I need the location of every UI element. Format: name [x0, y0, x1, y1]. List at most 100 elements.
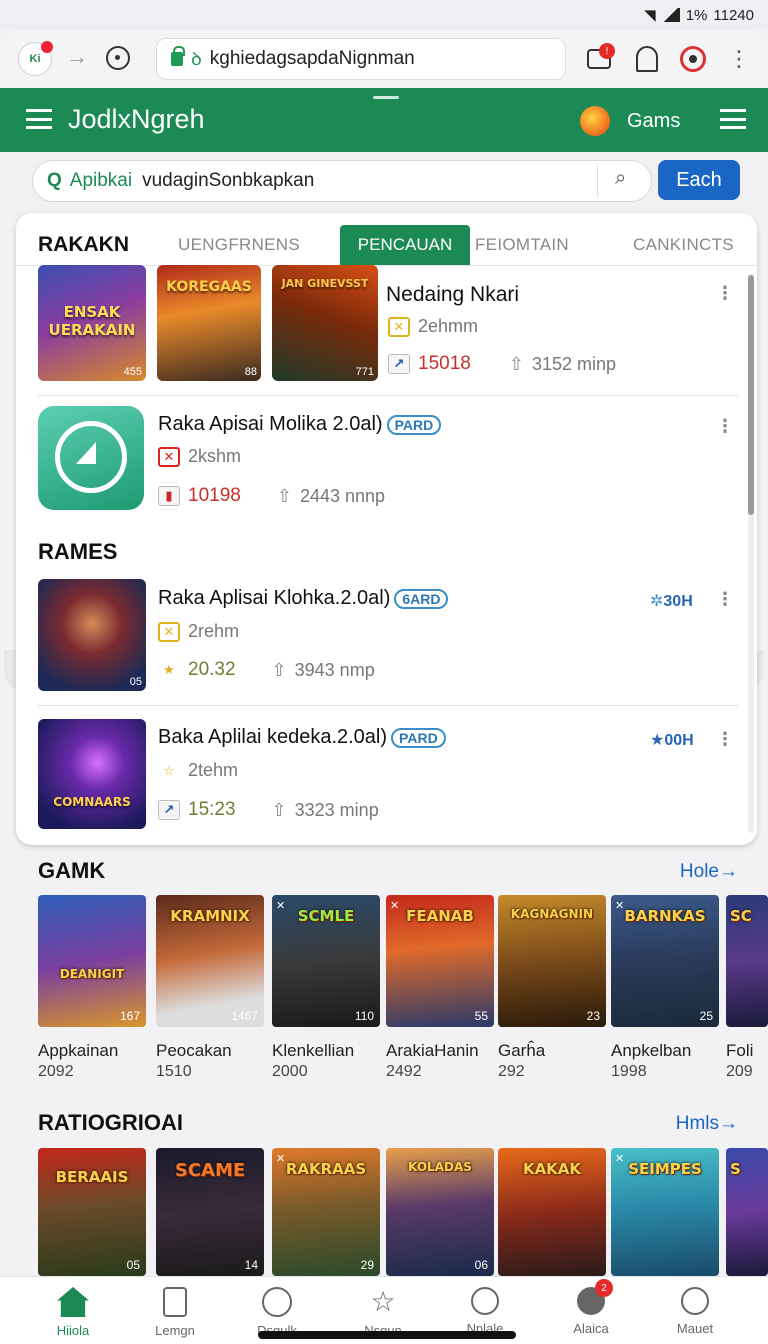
rames-item-downloads: 3943 nmp — [294, 659, 375, 680]
more-options-icon[interactable]: ⋮ — [716, 416, 734, 437]
rames-item-count: 20.32 — [188, 659, 236, 680]
scrollbar-thumb[interactable] — [748, 275, 754, 515]
drag-handle[interactable] — [373, 96, 399, 99]
game-card[interactable]: BERAAIS 05 — [38, 1148, 146, 1276]
star-icon: ☆ — [163, 762, 175, 778]
clock: 11240 — [713, 6, 754, 24]
star-icon: ★ — [650, 732, 665, 749]
game-card[interactable]: DEANIGIT 167 Appkainan 2092 — [38, 895, 146, 1081]
home-icon — [57, 1287, 89, 1317]
gamk-more-link[interactable]: Hole→ — [680, 861, 738, 883]
game-count: 1998 — [611, 1063, 647, 1080]
tabs-button[interactable]: ! — [584, 43, 615, 74]
status-bar: ◥ 1% 11240 — [0, 0, 768, 30]
browser-menu-icon[interactable]: ⋮ — [724, 44, 754, 74]
list-item-count: 10198 — [188, 485, 241, 506]
tab-pencauan[interactable]: PENCAUAN — [340, 225, 470, 265]
cover-title: SC — [730, 907, 752, 925]
address-bar[interactable]: ꝺ kghiedagsapdaNignman — [156, 38, 566, 80]
more-options-icon[interactable]: ⋮ — [716, 589, 734, 610]
list-item-pill: PARD — [386, 414, 442, 435]
thumb-title: ENSAK UERAKAIN — [48, 303, 136, 339]
menu-icon[interactable] — [26, 109, 52, 129]
overflow-menu-icon[interactable] — [720, 109, 746, 129]
cover-title: SCMLE — [297, 907, 355, 925]
game-card[interactable]: ✕ RAKRAAS 29 — [272, 1148, 380, 1276]
row-divider — [38, 395, 738, 396]
ratiogrioai-more-link[interactable]: Hmls→ — [676, 1113, 738, 1135]
nav-item-alaica[interactable]: 2 Alaica — [536, 1279, 646, 1336]
nav-home[interactable]: Hiiola — [18, 1287, 128, 1338]
app-title: JodlxNgreh — [68, 104, 205, 134]
site-favicon[interactable]: Ki — [18, 41, 53, 76]
rames-item-rating: ★00H — [650, 730, 694, 750]
notifications-button[interactable] — [632, 44, 662, 74]
search-prefix: Apibkai — [69, 170, 133, 191]
rames-item-pill: 6ARD — [394, 588, 449, 609]
home-indicator[interactable] — [258, 1331, 516, 1339]
game-card[interactable]: S — [726, 1148, 768, 1276]
search-input[interactable]: Q Apibkai vudaginSonbkapkan ⌕ — [32, 160, 652, 202]
cover-number: 06 — [474, 1258, 488, 1272]
tab-cankincts[interactable]: CANKINCTS — [633, 235, 734, 255]
more-options-icon[interactable]: ⋮ — [716, 283, 734, 304]
app-icon[interactable] — [38, 406, 144, 510]
featured-thumb-2[interactable]: KOREGAAS 88 — [157, 265, 261, 381]
rames-thumb-1[interactable]: 05 — [38, 579, 146, 691]
cover-number: 29 — [360, 1258, 374, 1272]
search-button[interactable]: Each — [658, 160, 740, 200]
game-name: Garĥa — [498, 1041, 546, 1060]
rames-item-title[interactable]: Raka Aplisai Klohka.2.0al) 6ARD — [158, 587, 449, 610]
forward-arrow-icon[interactable]: → — [66, 44, 88, 70]
game-card[interactable]: KRAMNIX 1467 Peocakan 1510 — [156, 895, 264, 1081]
list-item-title[interactable]: Raka Apisai Molika 2.0al) PARD — [158, 413, 442, 436]
tab-feiomtain[interactable]: FEIOMTAIN — [475, 235, 569, 255]
game-cover: ✕ BARNKAS 25 — [611, 895, 719, 1027]
rames-thumb-2[interactable]: COMNAARS — [38, 719, 146, 829]
profile-button[interactable] — [678, 44, 708, 74]
tabs-icon: ! — [587, 43, 615, 69]
star-icon: ✲ — [650, 593, 664, 610]
nav-item-lemgn[interactable]: Lemgn — [120, 1287, 230, 1338]
thumb-title: JAN GINEVSST — [281, 277, 369, 290]
nav-item-nnlale[interactable]: Nnlale — [430, 1287, 540, 1336]
thumb-number: 05 — [129, 676, 142, 688]
game-cover: BERAAIS 05 — [38, 1148, 146, 1276]
profile-icon — [680, 46, 706, 72]
game-card[interactable]: KAGNAGNIN 23 Garĥa 292 — [498, 895, 606, 1081]
game-card[interactable]: KOLADAS 06 — [386, 1148, 494, 1276]
bell-icon — [636, 46, 658, 72]
reload-icon[interactable] — [106, 46, 130, 70]
attach-icon[interactable]: ⌕ — [615, 167, 626, 190]
search-query: vudaginSonbkapkan — [142, 170, 315, 191]
more-options-icon[interactable]: ⋮ — [716, 729, 734, 750]
featured-title[interactable]: Nedaing Nkari — [386, 283, 519, 307]
thumb-number: 455 — [123, 366, 142, 378]
featured-thumb-3[interactable]: JAN GINEVSST 771 — [272, 265, 378, 381]
tab-uengfrnens[interactable]: UENGFRNENS — [178, 235, 300, 255]
nav-item-mauet[interactable]: Mauet — [640, 1287, 750, 1336]
game-card[interactable]: ✕ SCMLE 110 Klenkellian 2000 — [272, 895, 380, 1081]
nav-label: Lemgn — [155, 1323, 195, 1338]
game-card[interactable]: SC Foli 209 — [726, 895, 768, 1081]
cover-title: BARNKAS — [624, 907, 706, 925]
games-link[interactable]: Gams — [627, 110, 680, 133]
game-card[interactable]: ✕ BARNKAS 25 Anpkelban 1998 — [611, 895, 719, 1081]
game-cover: SCAME 14 — [156, 1148, 264, 1276]
rames-item-downloads: 3323 minp — [294, 799, 379, 820]
tab-rakakn[interactable]: RAKAKN — [38, 233, 129, 257]
list-item-title-text: Raka Apisai Molika 2.0al) — [158, 413, 383, 435]
game-card[interactable]: ✕ FEANAB 55 ArakiaHanin 2492 — [386, 895, 494, 1081]
game-card[interactable]: SCAME 14 — [156, 1148, 264, 1276]
rames-item-title[interactable]: Baka Aplilai kedeka.2.0al) PARD — [158, 726, 446, 749]
game-card[interactable]: KAKAK — [498, 1148, 606, 1276]
game-name: Appkainan — [38, 1041, 119, 1060]
featured-thumb-1[interactable]: ENSAK UERAKAIN 455 — [38, 265, 146, 381]
game-cover: ✕ SCMLE 110 — [272, 895, 380, 1027]
cover-title: S — [730, 1160, 741, 1178]
section-title-rames: RAMES — [38, 539, 118, 564]
thumb-number: 771 — [355, 366, 374, 378]
games-logo-icon[interactable] — [580, 106, 610, 136]
dice-icon — [163, 1287, 187, 1317]
game-card[interactable]: ✕ SEIMPES — [611, 1148, 719, 1276]
